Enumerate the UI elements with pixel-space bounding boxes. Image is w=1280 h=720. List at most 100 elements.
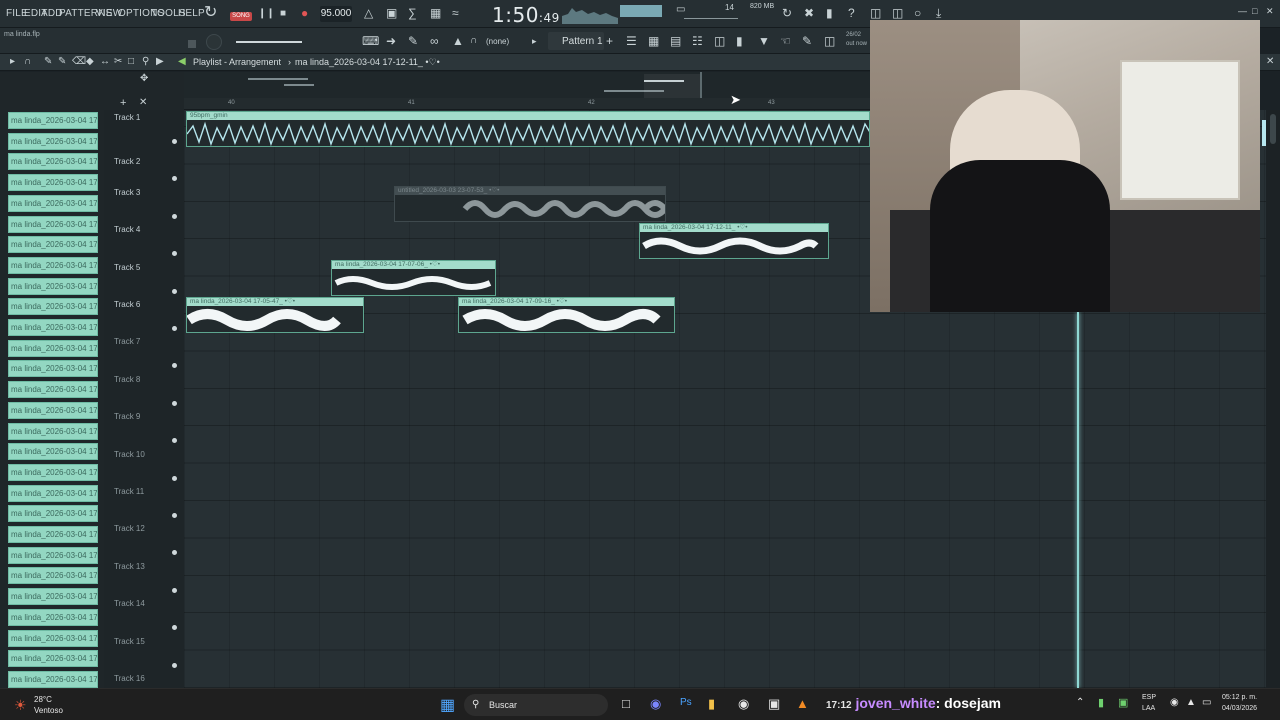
weather-temp[interactable]: 28°C: [34, 695, 52, 704]
track-name[interactable]: Track 10: [114, 450, 145, 459]
browser-item[interactable]: ma linda_2026-03-04 17-: [8, 588, 98, 606]
browser-item[interactable]: ma linda_2026-03-04 17-: [8, 277, 98, 295]
export-icon[interactable]: ◫: [892, 6, 903, 20]
track-mute-led[interactable]: [172, 625, 177, 631]
browser-item[interactable]: ma linda_2026-03-04 17-: [8, 132, 98, 150]
track-mute-led[interactable]: [172, 587, 177, 593]
playlist-overview[interactable]: [184, 72, 870, 98]
browser-item[interactable]: ma linda_2026-03-04 17-: [8, 401, 98, 419]
language-layout[interactable]: LAA: [1142, 705, 1155, 712]
blend-icon[interactable]: ≈: [452, 6, 459, 20]
wifi-icon[interactable]: ◉: [1170, 697, 1179, 708]
track-mute-led[interactable]: [172, 513, 177, 518]
song-mode-toggle[interactable]: SONG: [230, 12, 252, 21]
browser-item[interactable]: ma linda_2026-03-04 17-: [8, 526, 98, 543]
browser-item[interactable]: ma linda_2026-03-04 17-: [8, 153, 98, 171]
slice-icon[interactable]: ✂: [114, 55, 122, 69]
track-mute-led[interactable]: [172, 139, 177, 144]
microphone-tray-icon[interactable]: ▮: [1098, 696, 1104, 709]
track-mute-led[interactable]: [172, 288, 177, 294]
browser-item[interactable]: ma linda_2026-03-04 17-: [8, 256, 98, 274]
track-mute-led[interactable]: [172, 475, 177, 481]
chevron-up-icon[interactable]: ⌃: [1076, 697, 1084, 708]
record-icon[interactable]: ●: [301, 6, 308, 20]
snap-magnet-icon[interactable]: ∩: [24, 55, 31, 69]
stop-icon[interactable]: ■: [280, 7, 286, 21]
download-icon[interactable]: ⤓: [936, 6, 941, 20]
browser-item[interactable]: ma linda_2026-03-04 17-: [8, 236, 98, 254]
pause-icon[interactable]: ❙❙: [258, 7, 275, 21]
browser-item[interactable]: ma linda_2026-03-04 17-: [8, 608, 98, 626]
browser-item[interactable]: ma linda_2026-03-04 17-: [8, 319, 98, 336]
discord-icon[interactable]: ◉: [650, 696, 661, 712]
pattern-selector[interactable]: Pattern 1: [548, 32, 604, 50]
fl-studio-icon[interactable]: ▲: [796, 696, 809, 711]
refresh-icon[interactable]: ↻: [782, 6, 792, 20]
browser-item[interactable]: ma linda_2026-03-04 17-: [8, 443, 98, 461]
track-name[interactable]: Track 9: [114, 412, 140, 421]
track-mute-led[interactable]: [172, 363, 177, 369]
playback-position-marker[interactable]: [1077, 312, 1079, 688]
plugin-icon[interactable]: ◫: [714, 34, 725, 48]
track-name[interactable]: Track 14: [114, 599, 145, 608]
playlist-breadcrumb[interactable]: ma linda_2026-03-04 17-12-11_ •♡•: [295, 57, 440, 68]
playlist-icon[interactable]: ☰: [626, 34, 637, 48]
weather-icon[interactable]: ☀: [14, 697, 27, 714]
snap-selector[interactable]: (none): [486, 37, 509, 46]
battery-icon[interactable]: ▭: [1202, 697, 1211, 708]
browser-item[interactable]: ma linda_2026-03-04 17-: [8, 360, 98, 378]
playback-icon[interactable]: ▶: [156, 55, 164, 69]
track-mute-led[interactable]: [172, 176, 177, 182]
master-volume-knob[interactable]: [206, 34, 222, 50]
pencil-icon[interactable]: ✎: [44, 55, 52, 69]
cart-icon[interactable]: ◫: [824, 34, 835, 48]
paint-icon[interactable]: ✎: [58, 55, 66, 69]
microphone-icon[interactable]: ▮: [826, 6, 833, 20]
brush-icon[interactable]: ✎: [408, 34, 418, 48]
browser-item[interactable]: ma linda_2026-03-04 17-: [8, 112, 98, 129]
master-pitch-slider[interactable]: [684, 18, 738, 19]
audio-clip[interactable]: 95bpm_gmin: [186, 111, 870, 147]
vertical-scrollbar[interactable]: [1266, 110, 1280, 688]
track-name[interactable]: Track 15: [114, 637, 145, 646]
browser-item[interactable]: ma linda_2026-03-04 17-: [8, 463, 98, 481]
browser-app-icon[interactable]: ◉: [738, 696, 749, 712]
track-name[interactable]: Track 12: [114, 524, 145, 533]
clock-time[interactable]: 05:12 p. m.: [1222, 694, 1257, 701]
keyboard-icon[interactable]: ⌨: [362, 34, 379, 48]
script-icon[interactable]: ✎: [802, 34, 812, 48]
track-mute-led[interactable]: [172, 438, 177, 444]
chat-icon[interactable]: ○: [914, 6, 921, 20]
audio-clip[interactable]: ma linda_2026-03-04 17-12-11_ •♡•: [639, 223, 829, 259]
track-mute-led[interactable]: [172, 213, 177, 219]
select-icon[interactable]: □: [128, 55, 134, 69]
track-name[interactable]: Track 11: [114, 487, 144, 496]
channel-rack-icon[interactable]: ▤: [670, 34, 681, 48]
slip-icon[interactable]: ↔: [100, 55, 110, 69]
scrollbar-thumb[interactable]: [1270, 114, 1276, 144]
tools-icon[interactable]: ✖: [804, 6, 814, 20]
playlist-close-icon[interactable]: ✕: [1266, 55, 1274, 69]
close-icon[interactable]: ✕: [1266, 4, 1274, 18]
timeline-ruler[interactable]: 40 41 42 43: [184, 98, 870, 110]
chevron-right-icon[interactable]: ▸: [532, 34, 537, 48]
track-name[interactable]: Track 1: [114, 113, 140, 122]
hint-toggle[interactable]: [188, 40, 196, 48]
maximize-icon[interactable]: □: [1252, 4, 1257, 18]
piano-roll-icon[interactable]: ▦: [648, 34, 659, 48]
overview-view-window[interactable]: [644, 74, 702, 98]
track-name[interactable]: Track 3: [114, 188, 140, 197]
step-edit-icon[interactable]: ▦: [430, 6, 441, 20]
steam-icon[interactable]: ▣: [768, 696, 780, 712]
browser-item[interactable]: ma linda_2026-03-04 17-: [8, 174, 98, 192]
magnet-icon[interactable]: ∩: [470, 34, 477, 48]
browser-item[interactable]: ma linda_2026-03-04 17-: [8, 484, 98, 502]
remove-track-icon[interactable]: ✕: [139, 96, 147, 110]
track-mute-led[interactable]: [172, 400, 177, 406]
arrow-menu-icon[interactable]: ▸: [10, 55, 15, 69]
metronome-icon[interactable]: △: [364, 6, 373, 20]
track-name[interactable]: Track 7: [114, 337, 140, 346]
browser-item[interactable]: ma linda_2026-03-04 17-: [8, 194, 98, 212]
zoom-icon[interactable]: ⚲: [142, 55, 149, 69]
audio-clip[interactable]: ma linda_2026-03-04 17-09-16_ •♡•: [458, 297, 675, 333]
